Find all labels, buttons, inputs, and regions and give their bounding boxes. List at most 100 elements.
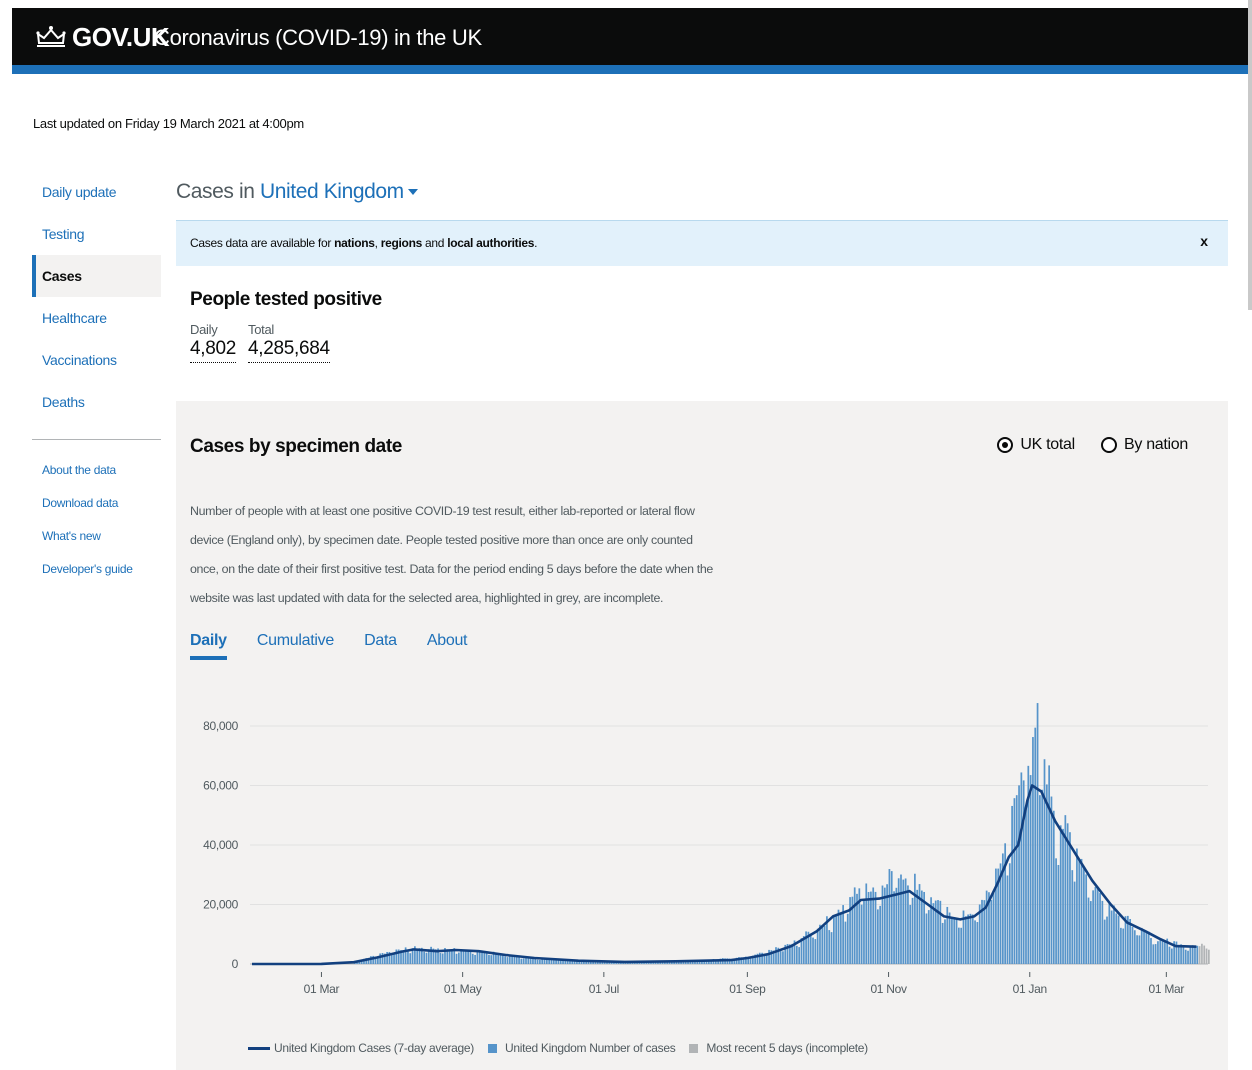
metric-daily-label: Daily xyxy=(190,322,218,337)
caret-down-icon[interactable] xyxy=(407,189,418,196)
metric-daily-value[interactable]: 4,802 xyxy=(190,338,236,363)
case-bar xyxy=(407,951,409,964)
case-bar xyxy=(462,950,465,964)
case-bar xyxy=(460,949,463,964)
cases-card: Cases by specimen date UK total By natio… xyxy=(176,401,1228,1070)
case-bar xyxy=(816,928,819,964)
case-bar xyxy=(1059,825,1062,964)
case-bar xyxy=(951,917,953,964)
page-scrollbar[interactable] xyxy=(1248,0,1252,310)
nav-whats-new[interactable]: What's new xyxy=(32,520,161,553)
nav-testing[interactable]: Testing xyxy=(32,213,161,255)
case-bar xyxy=(1194,945,1196,964)
nav-cases[interactable]: Cases xyxy=(32,255,161,297)
case-bar xyxy=(1078,860,1081,964)
case-bar xyxy=(893,891,895,964)
notice-prefix: Cases data are available for xyxy=(190,236,332,250)
metric-daily: Daily 4,802 xyxy=(190,322,236,363)
case-bar xyxy=(1170,948,1173,964)
case-bar xyxy=(1006,875,1009,964)
case-bar xyxy=(1076,848,1078,964)
case-bar xyxy=(918,884,921,964)
legend-incomplete-swatch xyxy=(689,1043,699,1053)
case-bar xyxy=(1045,784,1048,964)
case-bar xyxy=(1073,881,1076,964)
case-bar xyxy=(823,925,826,964)
close-icon[interactable]: x xyxy=(1200,233,1208,249)
case-bar xyxy=(506,957,509,964)
case-bar xyxy=(1050,796,1053,964)
case-bar xyxy=(900,874,902,964)
case-bar xyxy=(971,914,974,964)
case-bar xyxy=(1106,916,1108,964)
notice-link-local-authorities[interactable]: local authorities xyxy=(447,236,534,250)
area-selector[interactable]: United Kingdom xyxy=(260,180,418,203)
case-bar xyxy=(1145,932,1148,964)
x-tick-label: 01 Mar xyxy=(1149,982,1185,996)
case-bar xyxy=(830,932,833,964)
nav-vaccinations[interactable]: Vaccinations xyxy=(32,339,161,381)
case-bar xyxy=(775,947,777,964)
case-bar xyxy=(890,871,893,964)
y-tick-label: 60,000 xyxy=(203,779,239,793)
case-bar xyxy=(1011,805,1013,964)
case-bar xyxy=(1138,935,1141,964)
case-bar xyxy=(1120,927,1122,964)
case-bar xyxy=(1103,919,1106,964)
case-bar xyxy=(914,873,916,964)
legend-incomplete-label[interactable]: Most recent 5 days (incomplete) xyxy=(706,1041,868,1055)
legend-bar-swatch xyxy=(487,1043,497,1053)
case-bar xyxy=(867,891,870,964)
case-bar xyxy=(490,955,493,964)
legend-line-label[interactable]: United Kingdom Cases (7-day average) xyxy=(274,1041,474,1055)
case-bar xyxy=(1164,941,1166,964)
case-bar xyxy=(1092,890,1094,964)
case-bar xyxy=(416,948,419,964)
nav-download-data[interactable]: Download data xyxy=(32,487,161,520)
nav-healthcare[interactable]: Healthcare xyxy=(32,297,161,339)
case-bar xyxy=(1117,915,1120,964)
nav-deaths[interactable]: Deaths xyxy=(32,381,161,423)
nav-developers-guide[interactable]: Developer's guide xyxy=(32,553,161,586)
case-bar xyxy=(863,899,865,964)
notice-link-regions[interactable]: regions xyxy=(381,236,423,250)
service-name[interactable]: Coronavirus (COVID-19) in the UK xyxy=(154,25,482,51)
case-bar xyxy=(1152,944,1155,964)
case-bar xyxy=(1087,897,1090,964)
case-bar xyxy=(571,961,574,964)
case-bar xyxy=(876,909,879,964)
legend-bar-label[interactable]: United Kingdom Number of cases xyxy=(505,1041,676,1055)
case-bar xyxy=(423,951,426,964)
case-bar xyxy=(1085,874,1088,964)
last-updated-text: Last updated on Friday 19 March 2021 at … xyxy=(33,116,304,131)
case-bar xyxy=(1147,931,1150,964)
x-tick-label: 01 Jan xyxy=(1013,982,1047,996)
case-bar xyxy=(1008,863,1011,964)
case-bar xyxy=(844,921,847,964)
case-bar xyxy=(939,900,942,964)
case-bar xyxy=(467,950,469,964)
case-bar xyxy=(779,951,782,964)
case-bar xyxy=(1055,858,1057,964)
page-title: Cases in United Kingdom xyxy=(176,180,418,204)
case-bar xyxy=(865,883,868,964)
case-bar xyxy=(518,956,520,964)
case-bar xyxy=(379,953,382,964)
area-name[interactable]: United Kingdom xyxy=(260,180,404,203)
case-bar xyxy=(451,950,453,964)
y-tick-label: 80,000 xyxy=(203,719,239,733)
case-bar xyxy=(1154,944,1157,964)
case-bar xyxy=(541,959,544,964)
nav-daily-update[interactable]: Daily update xyxy=(32,171,161,213)
case-bar xyxy=(1099,893,1101,964)
cases-chart[interactable]: 80,000 60,000 40,000 20,000 0 01 Mar 01 May 01 … xyxy=(176,401,1228,1070)
notice-link-nations[interactable]: nations xyxy=(334,236,375,250)
case-bar xyxy=(569,961,571,964)
case-bar xyxy=(1108,902,1111,964)
notice-and: and xyxy=(425,236,445,250)
case-bar xyxy=(932,903,935,964)
case-bar xyxy=(1020,772,1023,964)
incomplete-bar xyxy=(1203,945,1206,964)
metric-total-value[interactable]: 4,285,684 xyxy=(248,338,330,363)
nav-about-the-data[interactable]: About the data xyxy=(32,454,161,487)
